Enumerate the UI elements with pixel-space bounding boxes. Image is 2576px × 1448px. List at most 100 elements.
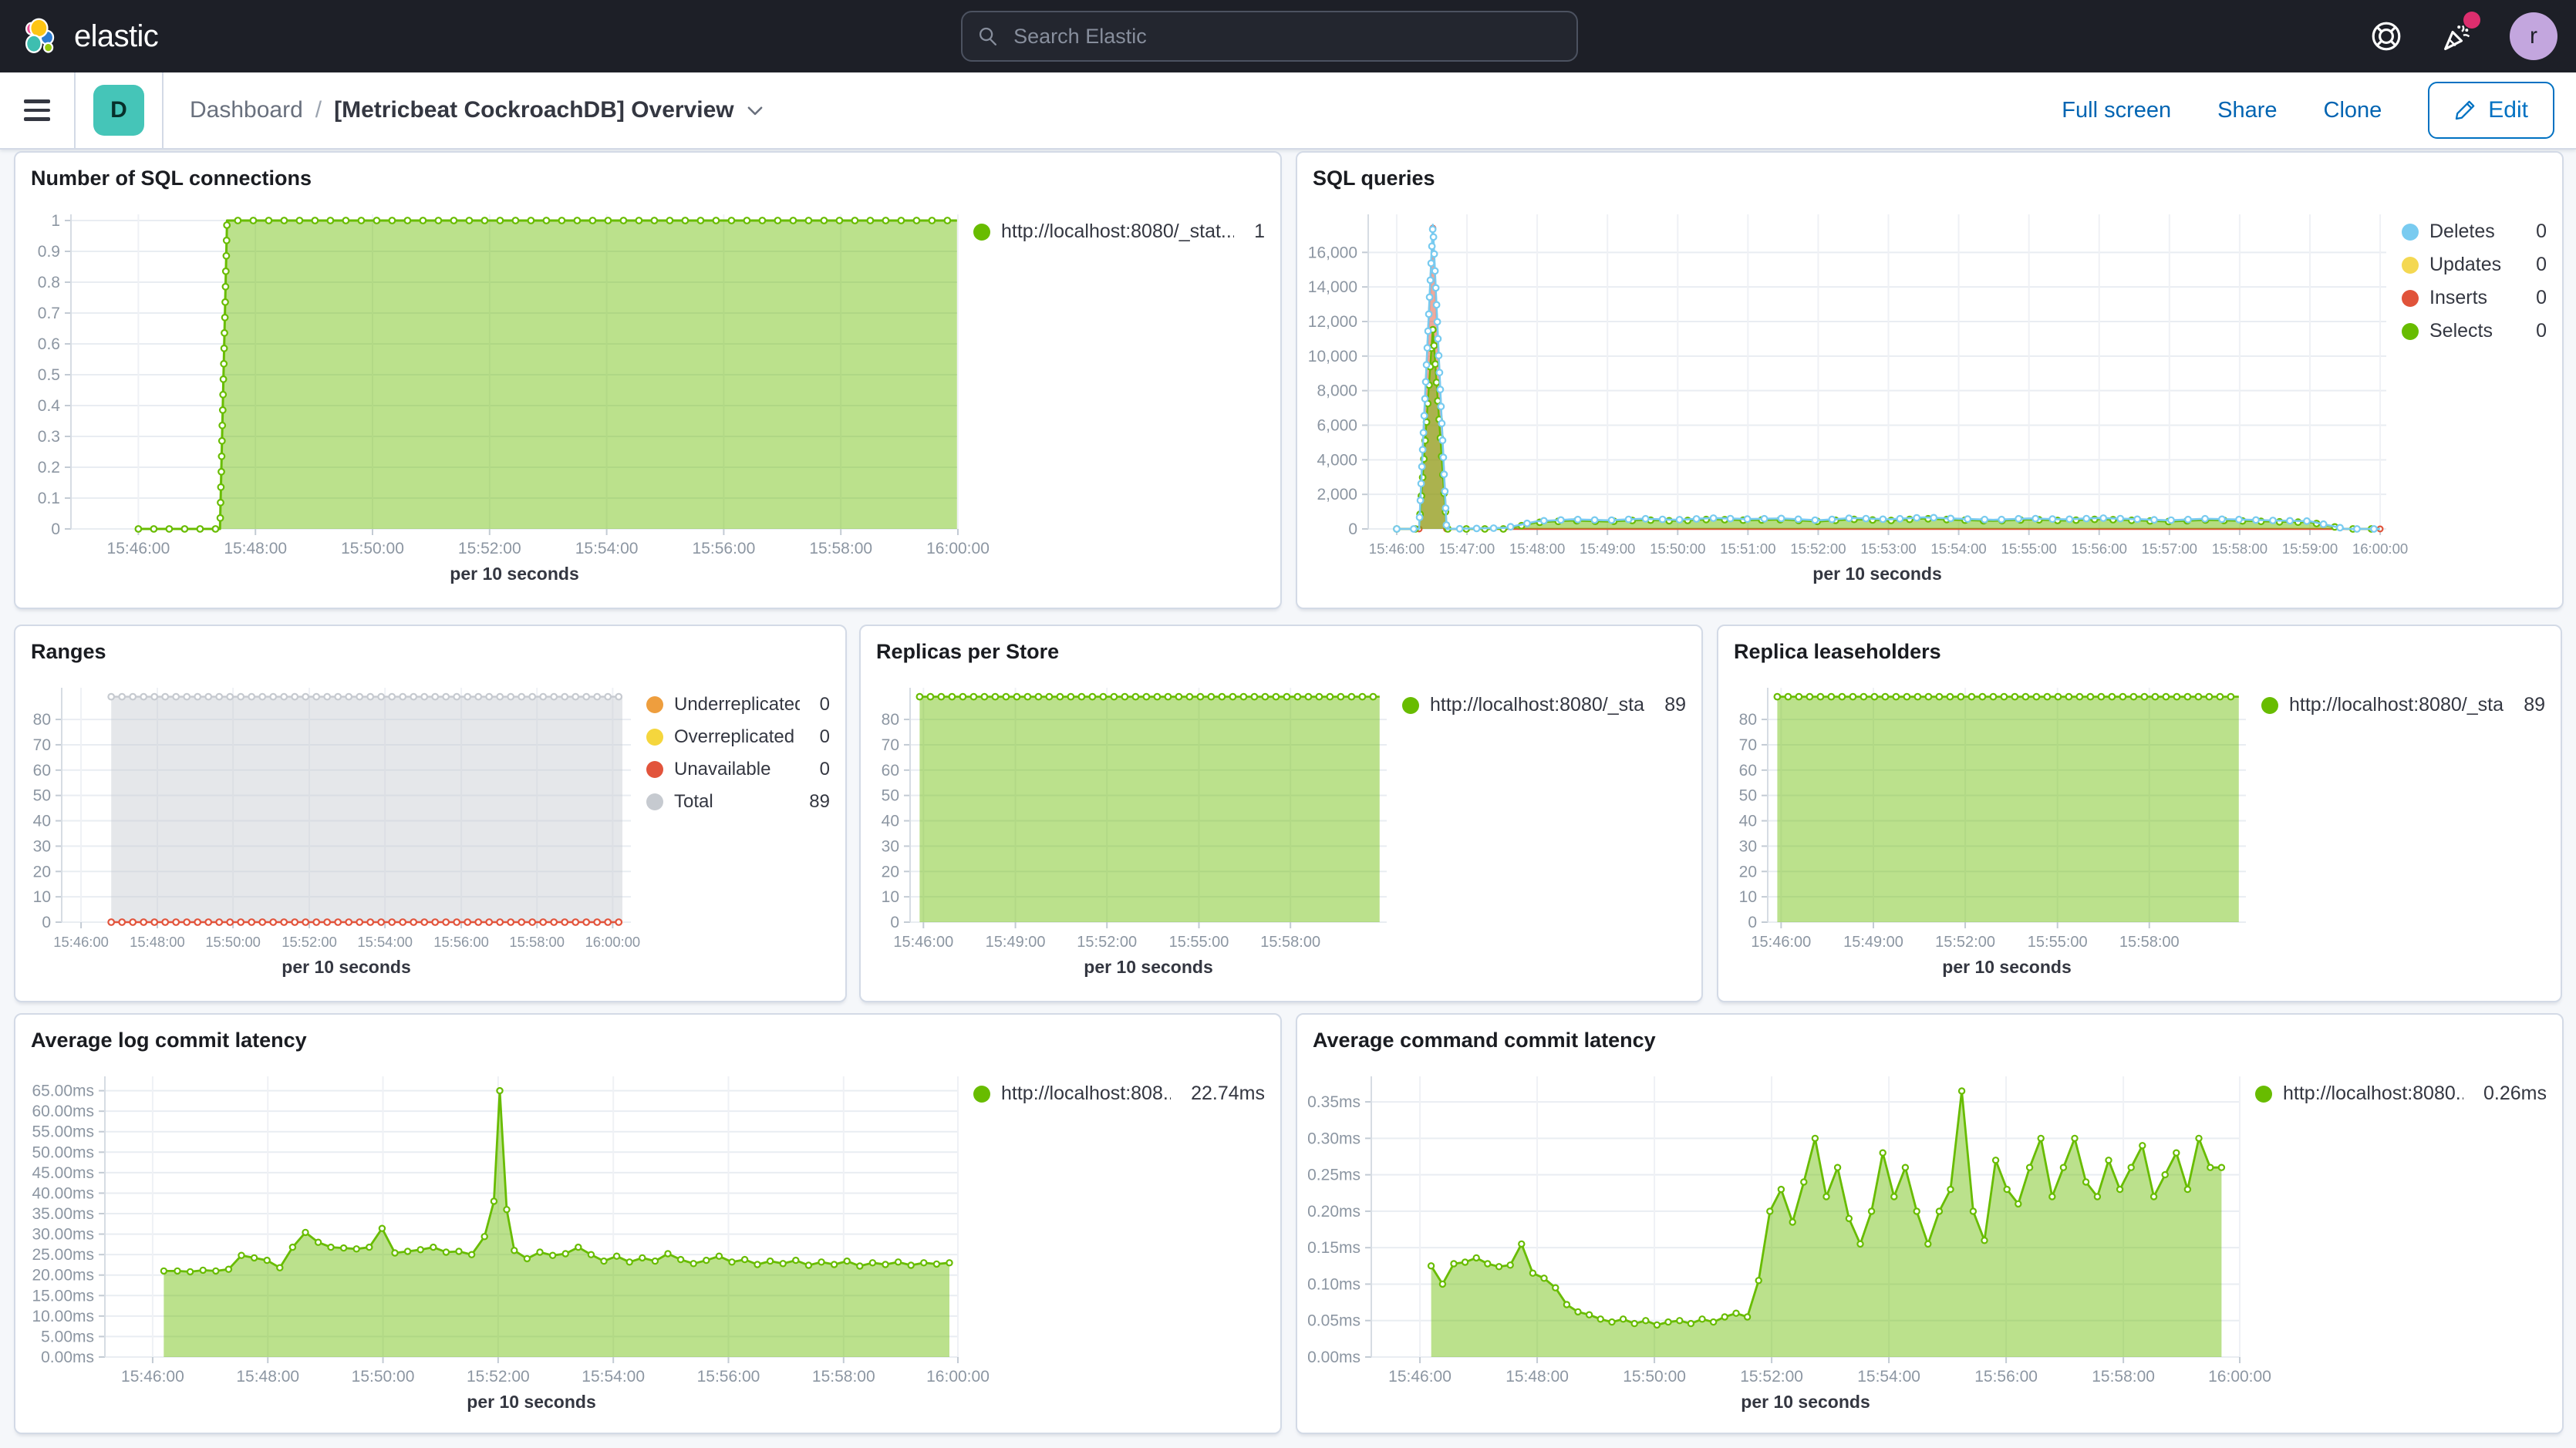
svg-text:15:48:00: 15:48:00 [1505, 1368, 1569, 1386]
edit-button-label: Edit [2488, 97, 2528, 123]
legend-item[interactable]: Selects0 [2402, 320, 2547, 342]
breadcrumb-dashboard-link[interactable]: Dashboard [190, 97, 303, 123]
svg-text:15:46:00: 15:46:00 [893, 934, 953, 951]
svg-text:0: 0 [51, 520, 60, 538]
legend-series-dot-icon [973, 224, 990, 241]
newsfeed-button[interactable] [2439, 18, 2476, 55]
svg-text:15:58:00: 15:58:00 [2092, 1368, 2155, 1386]
search-input[interactable] [1010, 23, 1561, 50]
svg-text:15:52:00: 15:52:00 [1790, 540, 1846, 557]
legend-item[interactable]: Inserts0 [2402, 287, 2547, 309]
menu-button[interactable] [0, 72, 76, 148]
legend-series-label: Inserts [2429, 287, 2487, 309]
svg-text:per 10 seconds: per 10 seconds [282, 957, 410, 977]
edit-button[interactable]: Edit [2428, 82, 2554, 139]
log-commit-latency-area-chart: 0.00ms5.00ms10.00ms15.00ms20.00ms25.00ms… [15, 1061, 967, 1422]
svg-text:0.6: 0.6 [38, 335, 60, 353]
svg-text:40: 40 [882, 813, 899, 830]
svg-text:80: 80 [1739, 711, 1757, 729]
legend-item[interactable]: Overreplicated0 [646, 726, 830, 748]
svg-text:15:58:00: 15:58:00 [1260, 934, 1320, 951]
svg-text:0: 0 [890, 914, 899, 931]
legend-item[interactable]: Unavailable0 [646, 759, 830, 780]
svg-text:30.00ms: 30.00ms [32, 1226, 94, 1244]
svg-text:10: 10 [33, 888, 51, 906]
elastic-logo-icon [20, 16, 60, 56]
svg-text:15:58:00: 15:58:00 [2212, 540, 2267, 557]
legend-item[interactable]: http://localhost:8080/_stat...1 [973, 221, 1265, 243]
svg-text:per 10 seconds: per 10 seconds [450, 564, 578, 584]
svg-text:0.8: 0.8 [38, 274, 60, 291]
svg-text:5.00ms: 5.00ms [41, 1328, 94, 1345]
breadcrumb-separator: / [315, 97, 322, 123]
legend-series-value: 0 [2527, 221, 2547, 243]
notification-badge [2463, 12, 2480, 29]
svg-text:1: 1 [51, 212, 60, 230]
global-search[interactable] [961, 11, 1578, 62]
legend-series-label: Selects [2429, 320, 2493, 342]
svg-text:20.00ms: 20.00ms [32, 1267, 94, 1285]
svg-text:15:48:00: 15:48:00 [224, 540, 287, 557]
svg-text:15:55:00: 15:55:00 [2028, 934, 2088, 951]
legend-series-dot-icon [646, 729, 663, 746]
svg-text:15:56:00: 15:56:00 [693, 540, 756, 557]
svg-text:0.10ms: 0.10ms [1307, 1275, 1360, 1293]
svg-text:15:52:00: 15:52:00 [458, 540, 521, 557]
svg-text:0.1: 0.1 [38, 490, 60, 507]
legend-series-label: http://localhost:8080/_stat... [1001, 221, 1234, 243]
svg-text:15:54:00: 15:54:00 [1930, 540, 1986, 557]
legend-item[interactable]: http://localhost:8080/_sta...89 [2261, 694, 2545, 716]
svg-text:per 10 seconds: per 10 seconds [1942, 957, 2071, 977]
svg-text:15:50:00: 15:50:00 [352, 1368, 415, 1386]
elastic-logo[interactable]: elastic [0, 16, 359, 56]
svg-text:0.20ms: 0.20ms [1307, 1203, 1360, 1221]
svg-text:15:53:00: 15:53:00 [1860, 540, 1916, 557]
help-button[interactable] [2368, 18, 2405, 55]
chart-legend: Deletes0Updates0Inserts0Selects0 [2396, 199, 2562, 594]
panel-average-command-commit-latency: Average command commit latency 0.00ms0.0… [1296, 1013, 2564, 1434]
svg-text:35.00ms: 35.00ms [32, 1205, 94, 1223]
legend-item[interactable]: Deletes0 [2402, 221, 2547, 243]
legend-series-label: http://localhost:8080/_sta... [1430, 694, 1644, 716]
ranges-area-chart: 0102030405060708015:46:0015:48:0015:50:0… [15, 672, 640, 987]
legend-item[interactable]: Total89 [646, 791, 830, 813]
legend-series-dot-icon [2402, 290, 2419, 307]
dashboard-title[interactable]: [Metricbeat CockroachDB] Overview [334, 97, 765, 123]
svg-text:10,000: 10,000 [1308, 348, 1357, 365]
user-avatar[interactable]: r [2510, 12, 2557, 60]
svg-text:15:58:00: 15:58:00 [2119, 934, 2180, 951]
legend-item[interactable]: http://localhost:8080... 0.26ms [2255, 1083, 2547, 1105]
dashboard-app-badge[interactable]: D [93, 85, 144, 136]
sql-connections-area-chart: 00.10.20.30.40.50.60.70.80.9115:46:0015:… [15, 199, 967, 594]
chart-legend: Underreplicated0 Overreplicated0 Unavailab… [640, 672, 845, 987]
chart-legend: http://localhost:8080/_stat...1 [967, 199, 1280, 594]
svg-text:15:49:00: 15:49:00 [1843, 934, 1903, 951]
legend-series-dot-icon [973, 1086, 990, 1103]
full-screen-button[interactable]: Full screen [2062, 98, 2171, 123]
chevron-down-icon[interactable] [745, 100, 765, 120]
svg-text:20: 20 [1739, 863, 1757, 881]
legend-item[interactable]: http://localhost:808...22.74ms [973, 1083, 1265, 1105]
svg-text:20: 20 [33, 863, 51, 881]
legend-item[interactable]: Updates0 [2402, 254, 2547, 276]
svg-text:15:48:00: 15:48:00 [1509, 540, 1565, 557]
svg-text:15:54:00: 15:54:00 [575, 540, 639, 557]
help-icon [2370, 20, 2402, 52]
legend-series-label: http://localhost:8080... [2283, 1083, 2463, 1105]
legend-item[interactable]: Underreplicated0 [646, 694, 830, 716]
svg-text:4,000: 4,000 [1317, 451, 1357, 469]
legend-series-value: 0.26ms [2474, 1083, 2547, 1105]
svg-text:15:54:00: 15:54:00 [582, 1368, 645, 1386]
chart-title: Number of SQL connections [15, 153, 1280, 199]
svg-text:80: 80 [33, 711, 51, 729]
svg-text:20: 20 [882, 863, 899, 881]
svg-text:15.00ms: 15.00ms [32, 1287, 94, 1305]
legend-series-dot-icon [2255, 1086, 2272, 1103]
share-button[interactable]: Share [2217, 98, 2277, 123]
legend-series-label: http://localhost:808... [1001, 1083, 1171, 1105]
svg-text:6,000: 6,000 [1317, 416, 1357, 434]
legend-series-dot-icon [646, 696, 663, 713]
legend-item[interactable]: http://localhost:8080/_sta...89 [1402, 694, 1686, 716]
legend-series-dot-icon [2402, 224, 2419, 241]
clone-button[interactable]: Clone [2324, 98, 2382, 123]
